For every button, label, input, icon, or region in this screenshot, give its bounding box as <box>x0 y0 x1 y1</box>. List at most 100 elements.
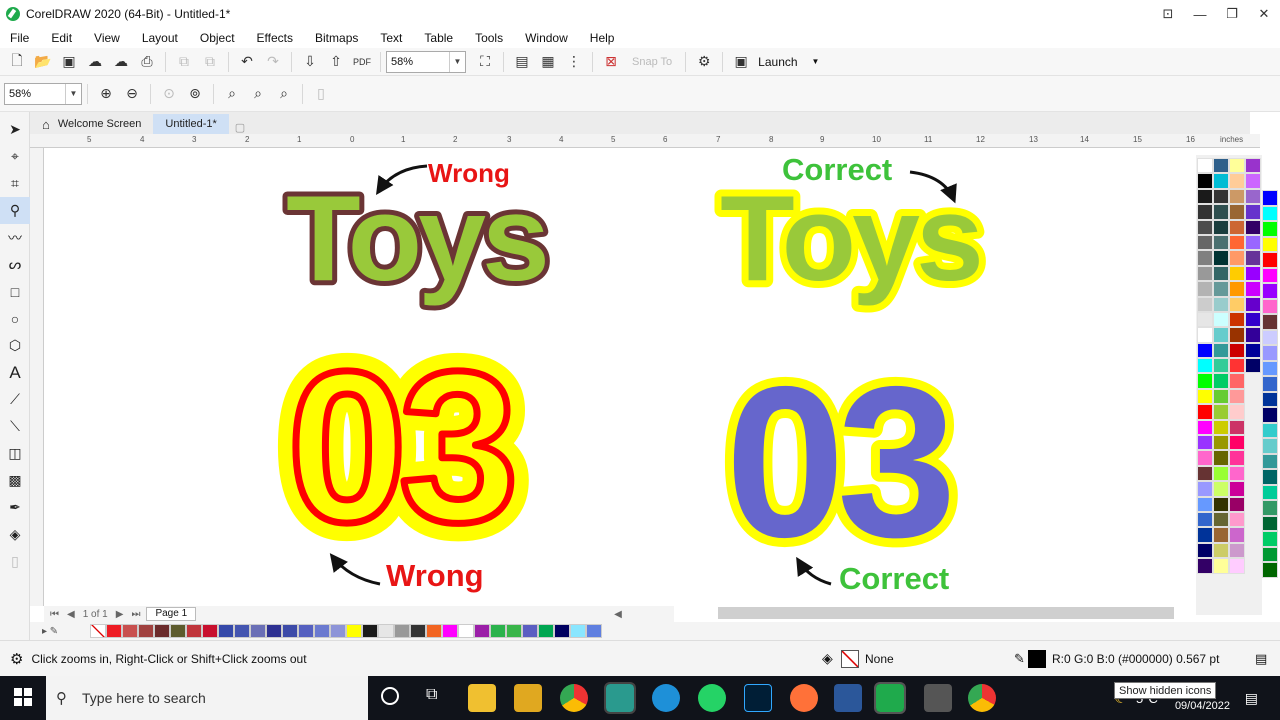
palette-swatch[interactable] <box>1229 558 1245 574</box>
palette-swatch[interactable] <box>1229 358 1245 374</box>
palette-swatch[interactable] <box>1213 404 1229 420</box>
redo-icon[interactable]: ↷ <box>262 51 284 73</box>
menu-view[interactable]: View <box>94 31 120 45</box>
palette-swatch[interactable] <box>474 624 490 638</box>
palette-swatch[interactable] <box>1229 219 1245 235</box>
palette-swatch[interactable] <box>1197 234 1213 251</box>
menu-layout[interactable]: Layout <box>142 31 178 45</box>
palette-swatch[interactable] <box>554 624 570 638</box>
palette-swatch[interactable] <box>1262 500 1278 516</box>
palette-swatch[interactable] <box>1262 236 1278 252</box>
palette-swatch[interactable] <box>202 624 218 638</box>
zoom-in-icon[interactable]: ⊕ <box>95 83 117 105</box>
palette-swatch[interactable] <box>1262 360 1278 376</box>
prev-page-icon[interactable]: ◀ <box>67 609 75 620</box>
palette-swatch[interactable] <box>1262 407 1278 423</box>
palette-swatch[interactable] <box>1245 265 1261 282</box>
palette-swatch[interactable] <box>1213 219 1229 235</box>
full-screen-icon[interactable]: ⛶ <box>474 51 496 73</box>
palette-swatch[interactable] <box>1229 373 1245 389</box>
gear-icon[interactable]: ⚙ <box>10 650 23 668</box>
chrome-icon[interactable] <box>560 684 588 712</box>
snap-off-icon[interactable]: ⊠ <box>600 51 622 73</box>
palette-swatch[interactable] <box>154 624 170 638</box>
palette-swatch[interactable] <box>1213 373 1229 389</box>
menu-text[interactable]: Text <box>380 31 402 45</box>
palette-swatch[interactable] <box>1262 562 1278 578</box>
palette-swatch[interactable] <box>1197 281 1213 297</box>
palette-swatch[interactable] <box>1245 296 1261 312</box>
palette-swatch[interactable] <box>1262 221 1278 237</box>
palette-swatch[interactable] <box>1262 314 1278 330</box>
gear-icon[interactable]: ⚙ <box>693 51 715 73</box>
new-tab-icon[interactable]: ▢ <box>235 121 245 134</box>
snap-to-button[interactable]: Snap To <box>632 56 672 68</box>
palette-swatch[interactable] <box>1229 465 1245 482</box>
palette-swatch[interactable] <box>378 624 394 638</box>
open-folder-icon[interactable]: 📂 <box>32 51 54 73</box>
palette-swatch[interactable] <box>538 624 554 638</box>
palette-swatch[interactable] <box>170 624 186 638</box>
account-icon[interactable]: ⊡ <box>1152 0 1184 28</box>
palette-swatch[interactable] <box>1245 342 1261 359</box>
freehand-tool-icon[interactable]: 〰 <box>0 224 30 251</box>
drawing-canvas[interactable]: Toys Wrong Toys Correct 03 03 Wrong 03 C… <box>44 148 1196 606</box>
palette-swatch[interactable] <box>1229 204 1245 220</box>
zoom-all-objects-icon[interactable]: ⊚ <box>184 83 206 105</box>
palette-swatch[interactable] <box>234 624 250 638</box>
show-guidelines-icon[interactable]: ⋮ <box>563 51 585 73</box>
scroll-left-icon[interactable]: ◀ <box>614 609 622 620</box>
palette-swatch[interactable] <box>1197 358 1213 374</box>
notification-icon[interactable]: ▤ <box>1245 690 1258 707</box>
palette-swatch[interactable] <box>1229 511 1245 528</box>
palette-swatch[interactable] <box>1197 558 1213 574</box>
menu-bitmaps[interactable]: Bitmaps <box>315 31 358 45</box>
palette-swatch[interactable] <box>1229 296 1245 312</box>
menu-effects[interactable]: Effects <box>257 31 293 45</box>
menu-edit[interactable]: Edit <box>51 31 72 45</box>
palette-swatch[interactable] <box>1262 345 1278 361</box>
no-color-swatch[interactable] <box>90 624 106 638</box>
palette-swatch[interactable] <box>1213 296 1229 312</box>
palette-swatch[interactable] <box>1213 327 1229 343</box>
chevron-down-icon[interactable]: ▼ <box>65 83 81 104</box>
palette-swatch[interactable] <box>1197 204 1213 220</box>
connector-tool-icon[interactable]: ⟍ <box>0 413 30 440</box>
palette-swatch[interactable] <box>1213 311 1229 328</box>
palette-swatch[interactable] <box>1262 546 1278 562</box>
palette-swatch[interactable] <box>1262 515 1278 531</box>
palette-swatch[interactable] <box>1262 484 1278 500</box>
palette-swatch[interactable] <box>1262 205 1278 221</box>
menu-help[interactable]: Help <box>590 31 615 45</box>
palette-swatch[interactable] <box>1197 388 1213 405</box>
palette-swatch[interactable] <box>1213 342 1229 359</box>
palette-swatch[interactable] <box>1213 188 1229 205</box>
palette-swatch[interactable] <box>250 624 266 638</box>
palette-swatch[interactable] <box>362 624 378 638</box>
print-icon[interactable]: ⎙ <box>136 51 158 73</box>
minimize-button[interactable]: — <box>1184 0 1216 28</box>
palette-swatch[interactable] <box>1262 469 1278 485</box>
palette-swatch[interactable] <box>138 624 154 638</box>
ellipse-tool-icon[interactable]: ○ <box>0 305 30 332</box>
palette-swatch[interactable] <box>1197 496 1213 512</box>
zoom-width-icon[interactable]: ⌕ <box>247 83 269 105</box>
palette-swatch[interactable] <box>1262 453 1278 469</box>
palette-swatch[interactable] <box>1229 404 1245 420</box>
zoom-tool-icon[interactable]: ⚲ <box>0 197 30 224</box>
palette-swatch[interactable] <box>1229 496 1245 512</box>
cortana-icon[interactable] <box>381 687 399 705</box>
palette-swatch[interactable] <box>218 624 234 638</box>
palette-swatch[interactable] <box>586 624 602 638</box>
palette-swatch[interactable] <box>1262 391 1278 407</box>
palette-swatch[interactable] <box>1229 527 1245 543</box>
palette-swatch[interactable] <box>1229 265 1245 282</box>
palette-swatch[interactable] <box>1245 281 1261 297</box>
zoom-selected-icon[interactable]: ⊙ <box>158 83 180 105</box>
export-icon[interactable]: ⇧ <box>325 51 347 73</box>
crop-tool-icon[interactable]: ⌗ <box>0 170 30 197</box>
palette-swatch[interactable] <box>458 624 474 638</box>
artistic-media-tool-icon[interactable]: ᔕ <box>0 251 30 278</box>
palette-swatch[interactable] <box>1229 388 1245 405</box>
add-tool-icon[interactable]: ▯ <box>0 548 30 575</box>
